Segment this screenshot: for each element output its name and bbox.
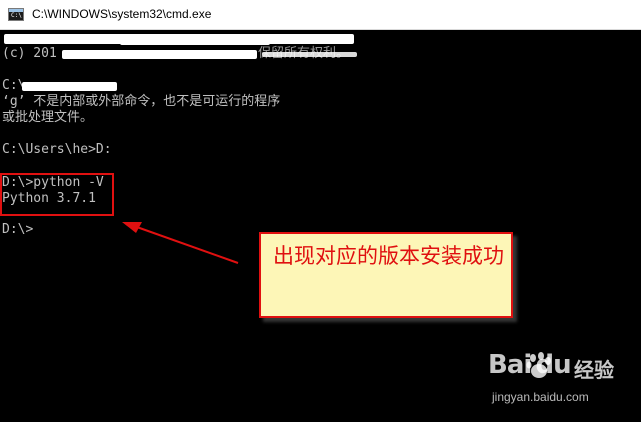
redacted-path: [22, 82, 117, 91]
console-line: D:\>: [2, 222, 34, 237]
copyright-prefix: (c) 201: [2, 46, 57, 61]
paw-icon: [526, 352, 551, 378]
annotation-callout: 出现对应的版本安装成功: [259, 232, 513, 318]
cmd-icon: C:\: [8, 8, 24, 21]
window-title: C:\WINDOWS\system32\cmd.exe: [32, 7, 212, 21]
highlight-box: [0, 173, 114, 216]
logo-suffix: 经验: [574, 358, 614, 382]
title-bar: C:\ C:\WINDOWS\system32\cmd.exe: [0, 0, 641, 30]
redacted-copyright: [62, 50, 257, 59]
console-line: 或批处理文件。: [2, 110, 94, 125]
callout-text: 出现对应的版本安装成功: [273, 244, 504, 268]
console-line: ‘g’ 不是内部或外部命令，也不是可运行的程序: [2, 94, 281, 109]
watermark-url: jingyan.baidu.com: [492, 390, 589, 404]
baidu-watermark: Bai du 经验 jingyan.baidu.com: [488, 350, 638, 410]
redacted-copyright-tail: [262, 52, 357, 57]
console-line: C:\Users\he>D:: [2, 142, 112, 157]
redacted-banner-2: [120, 39, 270, 45]
